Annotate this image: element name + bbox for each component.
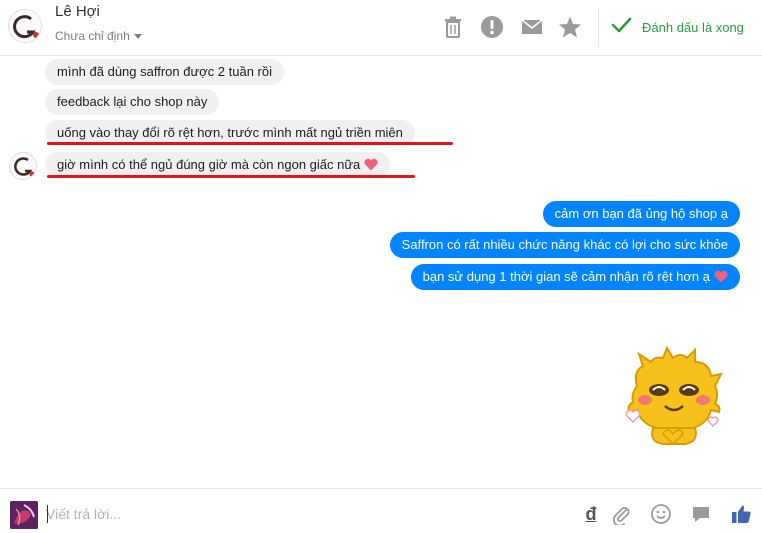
incoming-message-text: giờ mình có thể ngủ đúng giờ mà còn ngon… xyxy=(57,157,361,172)
reply-composer: đ xyxy=(0,488,762,533)
star-icon[interactable] xyxy=(557,14,583,40)
mail-icon[interactable] xyxy=(519,14,545,40)
heart-icon xyxy=(714,266,728,292)
alert-icon[interactable] xyxy=(479,14,505,40)
header-divider xyxy=(598,8,599,46)
chevron-down-icon xyxy=(133,34,142,40)
contact-name[interactable]: Lê Hợi xyxy=(55,3,100,20)
sticker-image xyxy=(623,345,725,452)
conversation-header: Lê Hợi Chưa chỉ định Đánh dấu là xong xyxy=(0,0,762,56)
currency-icon[interactable]: đ xyxy=(580,503,602,525)
like-icon[interactable] xyxy=(730,503,752,525)
message-thread: mình đã dùng saffron được 2 tuần rồi fee… xyxy=(0,56,762,488)
reply-input[interactable] xyxy=(46,501,406,527)
outgoing-message-text: bạn sử dụng 1 thời gian sẽ cảm nhận rõ r… xyxy=(422,269,710,284)
outgoing-message: Saffron có rất nhiều chức năng khác có l… xyxy=(389,232,740,258)
outgoing-message: bạn sử dụng 1 thời gian sẽ cảm nhận rõ r… xyxy=(410,264,740,292)
incoming-message: feedback lại cho shop này xyxy=(45,89,220,115)
trash-icon[interactable] xyxy=(440,14,466,40)
text-cursor xyxy=(47,505,48,523)
assign-dropdown[interactable]: Chưa chỉ định xyxy=(55,29,142,43)
incoming-message: mình đã dùng saffron được 2 tuần rồi xyxy=(45,59,285,85)
check-icon xyxy=(610,14,632,41)
chat-bubble-icon[interactable] xyxy=(690,503,712,525)
mark-done-label: Đánh dấu là xong xyxy=(642,19,744,35)
mark-done-button[interactable]: Đánh dấu là xong xyxy=(610,14,744,40)
contact-avatar-small xyxy=(9,152,37,180)
page-avatar xyxy=(10,501,38,529)
attach-icon[interactable] xyxy=(610,503,632,527)
contact-avatar[interactable] xyxy=(8,9,42,43)
emoji-icon[interactable] xyxy=(650,503,672,525)
assign-label: Chưa chỉ định xyxy=(55,29,130,43)
outgoing-message: cảm ơn bạn đã ủng hộ shop ạ xyxy=(542,201,740,227)
red-underline-annotation xyxy=(47,142,453,145)
red-underline-annotation xyxy=(47,175,415,178)
